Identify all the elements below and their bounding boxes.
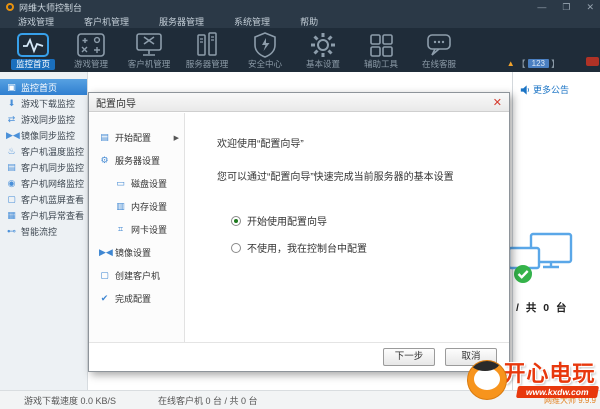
temperature-icon: ♨: [7, 145, 16, 156]
monitor-pulse-icon: [4, 31, 62, 58]
tool-game-management[interactable]: 游戏管理: [62, 28, 120, 72]
disk-settings-icon: ▭: [116, 178, 125, 188]
description-text: 您可以通过“配置向导”快速完成当前服务器的基本设置: [217, 172, 454, 183]
bluescreen-icon: ▢: [7, 193, 16, 204]
tool-monitor-home[interactable]: 监控首页: [4, 28, 62, 72]
wizard-content: 欢迎使用“配置向导” 您可以通过“配置向导”快速完成当前服务器的基本设置 开始使…: [185, 113, 509, 342]
dialog-titlebar: 配置向导 ✕: [89, 93, 509, 112]
alert-badge[interactable]: ▲ 【 123 】: [507, 57, 560, 70]
sidebar-item-client-exception-view[interactable]: ▦ 客户机异常查看: [0, 207, 87, 223]
menu-server-management[interactable]: 服务器管理: [159, 15, 204, 28]
next-button[interactable]: 下一步: [383, 348, 435, 366]
create-client-icon: ▢: [100, 270, 109, 280]
maximize-button[interactable]: ❐: [562, 0, 570, 14]
step-finish-config[interactable]: ✔ 完成配置: [89, 287, 184, 310]
chat-bubble-icon: [410, 31, 468, 58]
download-icon: ⬇: [7, 97, 16, 108]
welcome-text: 欢迎使用“配置向导”: [217, 139, 304, 150]
image-settings-icon: ▶◀: [99, 247, 113, 257]
current-step-arrow-icon: ▶: [173, 134, 179, 142]
monitor-home-icon: ▣: [7, 81, 16, 92]
download-speed-text: 游戏下载速度 0.0 KB/S: [24, 395, 117, 406]
client-monitor-icon: [120, 31, 178, 58]
alert-count: 123: [527, 59, 549, 68]
shield-lightning-icon: [236, 31, 294, 58]
flow-control-icon: ⊷: [7, 225, 16, 236]
sidebar-item-client-bluescreen-view[interactable]: ▢ 客户机蓝屏查看: [0, 191, 87, 207]
dialog-close-icon[interactable]: ✕: [493, 96, 502, 109]
watermark-url: www.kxdw.com: [516, 385, 600, 398]
nic-settings-icon: ⌗: [117, 224, 124, 234]
watermark-brand: 开心电玩: [503, 360, 596, 386]
step-disk-settings[interactable]: ▭ 磁盘设置: [89, 172, 184, 195]
sidebar-item-image-sync-monitor[interactable]: ▶◀ 镜像同步监控: [0, 127, 87, 143]
radio-use-wizard[interactable]: 开始使用配置向导: [231, 213, 499, 228]
app-window: 网维大师控制台 — ❐ ✕ 游戏管理 客户机管理 服务器管理 系统管理 帮助 监…: [0, 0, 600, 409]
clients-count-text: / 共 0 台: [516, 302, 569, 314]
window-title: 网维大师控制台: [19, 2, 83, 13]
finish-config-icon: ✔: [100, 293, 109, 303]
sidebar-item-client-temperature-monitor[interactable]: ♨ 客户机温度监控: [0, 143, 87, 159]
warning-triangle-icon: ▲: [506, 59, 515, 68]
step-start-config[interactable]: ▤ 开始配置 ▶: [89, 126, 184, 149]
sidebar-item-smart-flow-control[interactable]: ⊷ 智能流控: [0, 223, 87, 239]
wizard-steps: ▤ 开始配置 ▶ ⚙ 服务器设置 ▭ 磁盘设置 ▥ 内存设置 ⌗ 网卡设置 ▶◀…: [89, 113, 185, 342]
step-image-settings[interactable]: ▶◀ 镜像设置: [89, 241, 184, 264]
app-logo-icon: [6, 3, 14, 11]
menu-game-management[interactable]: 游戏管理: [18, 15, 54, 28]
client-sync-icon: ▤: [7, 161, 16, 172]
menu-client-management[interactable]: 客户机管理: [84, 15, 129, 28]
more-announcements-link[interactable]: 更多公告: [520, 83, 600, 96]
close-button[interactable]: ✕: [586, 0, 594, 14]
tool-auxiliary-tools[interactable]: 辅助工具: [352, 28, 410, 72]
exception-icon: ▦: [7, 209, 16, 220]
games-grid-icon: [62, 31, 120, 58]
sidebar: ▣ 监控首页 ⬇ 游戏下载监控 ⇄ 游戏同步监控 ▶◀ 镜像同步监控 ♨ 客户机…: [0, 72, 88, 390]
menubar: 游戏管理 客户机管理 服务器管理 系统管理 帮助: [0, 14, 600, 28]
sync-icon: ⇄: [7, 113, 16, 124]
memory-settings-icon: ▥: [116, 201, 125, 211]
tool-server-management[interactable]: 服务器管理: [178, 28, 236, 72]
radio-selected-icon[interactable]: [231, 215, 241, 226]
sidebar-item-client-network-monitor[interactable]: ◉ 客户机网络监控: [0, 175, 87, 191]
corner-red-icon: [586, 57, 599, 66]
sidebar-item-client-sync-monitor[interactable]: ▤ 客户机同步监控: [0, 159, 87, 175]
titlebar: 网维大师控制台 — ❐ ✕: [0, 0, 600, 14]
clients-illustration: [505, 230, 577, 292]
mirror-icon: ▶◀: [6, 129, 20, 140]
network-icon: ◉: [7, 177, 16, 188]
tool-client-management[interactable]: 客户机管理: [120, 28, 178, 72]
menu-help[interactable]: 帮助: [300, 15, 318, 28]
start-config-icon: ▤: [100, 132, 109, 142]
step-nic-settings[interactable]: ⌗ 网卡设置: [89, 218, 184, 241]
step-create-client[interactable]: ▢ 创建客户机: [89, 264, 184, 287]
speaker-icon: [520, 84, 529, 95]
radio-unselected-icon[interactable]: [231, 242, 241, 253]
minimize-button[interactable]: —: [537, 0, 546, 14]
online-clients-text: 在线客户机 0 台 / 共 0 台: [158, 395, 258, 406]
server-icon: [178, 31, 236, 58]
dialog-title: 配置向导: [96, 98, 136, 110]
step-server-settings[interactable]: ⚙ 服务器设置: [89, 149, 184, 172]
tool-security-center[interactable]: 安全中心: [236, 28, 294, 72]
tool-online-service[interactable]: 在线客服: [410, 28, 468, 72]
radio-skip-wizard[interactable]: 不使用，我在控制台中配置: [231, 240, 499, 255]
tools-grid-icon: [352, 31, 410, 58]
menu-system-management[interactable]: 系统管理: [234, 15, 270, 28]
step-memory-settings[interactable]: ▥ 内存设置: [89, 195, 184, 218]
right-panel: 更多公告 / 共 0 台: [507, 72, 600, 390]
mascot-logo-icon: [467, 360, 508, 400]
config-wizard-dialog: 配置向导 ✕ ▤ 开始配置 ▶ ⚙ 服务器设置 ▭ 磁盘设置 ▥ 内存设置 ⌗ …: [88, 92, 510, 372]
sidebar-item-game-sync-monitor[interactable]: ⇄ 游戏同步监控: [0, 111, 87, 127]
dialog-footer: 下一步 取消: [89, 342, 509, 371]
tool-basic-settings[interactable]: 基本设置: [294, 28, 352, 72]
gear-icon: [294, 31, 352, 58]
kxdw-watermark: 开心电玩 www.kxdw.com: [467, 360, 600, 400]
sidebar-item-monitor-home[interactable]: ▣ 监控首页: [0, 79, 87, 95]
sidebar-item-game-download-monitor[interactable]: ⬇ 游戏下载监控: [0, 95, 87, 111]
server-settings-icon: ⚙: [100, 155, 109, 165]
